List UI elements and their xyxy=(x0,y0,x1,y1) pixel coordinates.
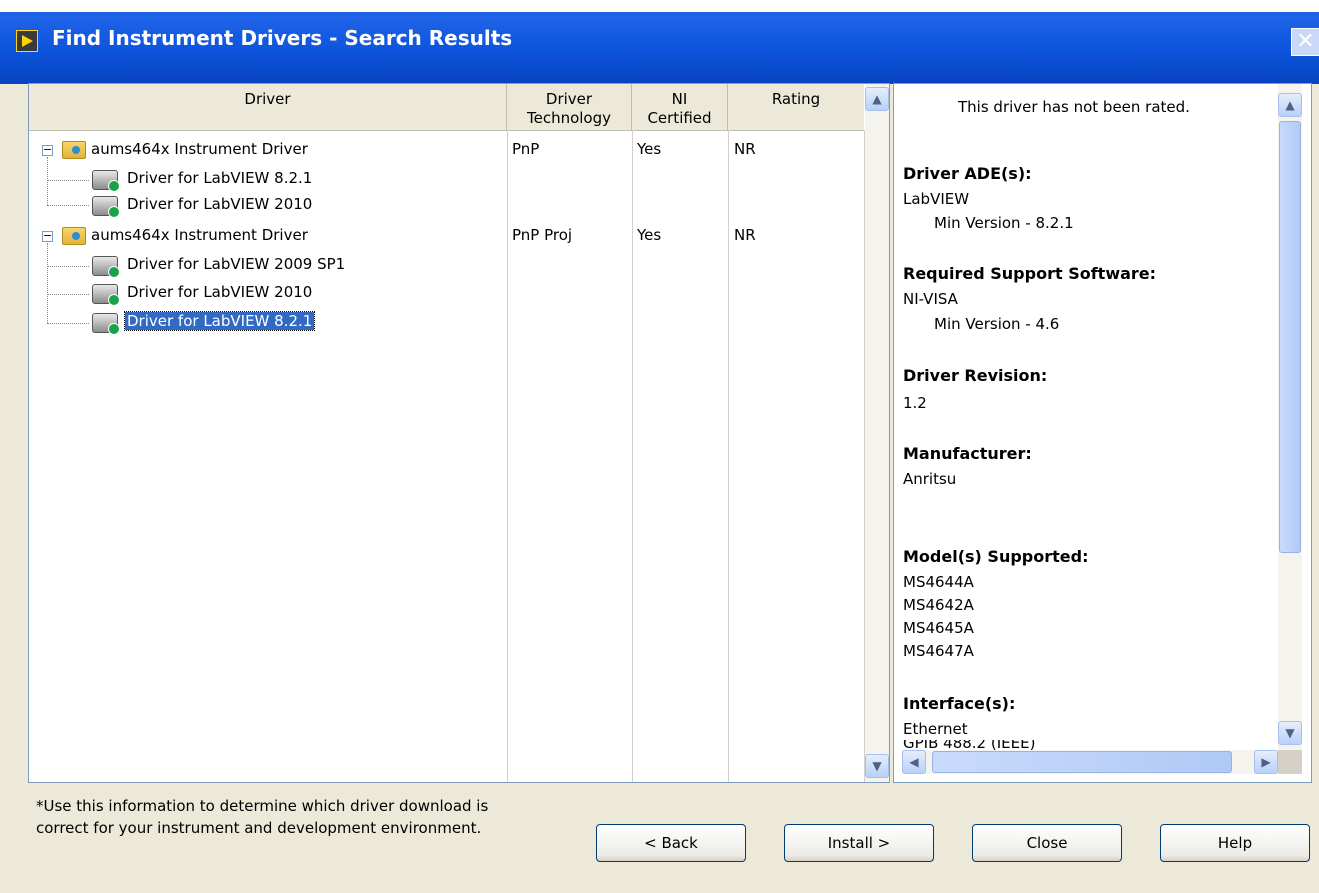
title-bar-top-strip xyxy=(0,0,1319,12)
scroll-down-icon[interactable]: ▼ xyxy=(865,754,889,778)
details-vertical-scrollbar[interactable]: ▲ ▼ xyxy=(1278,84,1302,750)
driver-icon xyxy=(92,196,120,218)
support-software-label: Required Support Software: xyxy=(903,264,1157,283)
header-rating-label: Rating xyxy=(771,90,821,108)
labview-app-icon xyxy=(16,30,38,52)
group-name: aums464x Instrument Driver xyxy=(91,140,308,158)
group-technology: PnP Proj xyxy=(512,226,573,244)
group-rating: NR xyxy=(734,226,756,244)
group-rating: NR xyxy=(734,140,756,158)
interface-item: GPIB 488.2 (IEEE) xyxy=(903,740,1036,750)
driver-name: Driver for LabVIEW 8.2.1 xyxy=(127,169,313,187)
driver-ade-value: LabVIEW xyxy=(903,190,970,208)
close-button[interactable]: Close xyxy=(972,824,1122,862)
model-item: MS4644A xyxy=(903,573,974,591)
install-button[interactable]: Install > xyxy=(784,824,934,862)
group-technology: PnP xyxy=(512,140,540,158)
driver-icon xyxy=(92,313,120,335)
models-supported-label: Model(s) Supported: xyxy=(903,547,1089,566)
header-certified-line1: NI xyxy=(671,90,688,108)
scroll-up-icon[interactable]: ▲ xyxy=(865,87,889,111)
back-button[interactable]: < Back xyxy=(596,824,746,862)
footer-note-line1: *Use this information to determine which… xyxy=(36,797,489,815)
manufacturer-label: Manufacturer: xyxy=(903,444,1032,463)
close-window-icon[interactable]: ✕ xyxy=(1291,28,1319,56)
tree-connector xyxy=(47,205,89,207)
header-certified-line2: Certified xyxy=(647,109,712,127)
support-software-min-version: Min Version - 4.6 xyxy=(934,315,1060,333)
tree-connector xyxy=(47,243,49,323)
header-technology-line1: Driver xyxy=(545,90,593,108)
scroll-left-icon[interactable]: ◀ xyxy=(902,750,926,774)
details-horizontal-scrollbar[interactable]: ◀ ▶ xyxy=(902,750,1278,774)
interface-item-clipped: GPIB 488.2 (IEEE) xyxy=(894,740,1278,750)
scroll-down-icon[interactable]: ▼ xyxy=(1278,721,1302,745)
scrollbar-thumb[interactable] xyxy=(932,751,1232,773)
interfaces-label: Interface(s): xyxy=(903,694,1016,713)
group-certified: Yes xyxy=(637,226,662,244)
rating-note: This driver has not been rated. xyxy=(958,98,1190,116)
column-divider xyxy=(728,130,729,782)
table-vertical-scrollbar[interactable]: ▲ ▼ xyxy=(865,84,889,782)
scroll-up-icon[interactable]: ▲ xyxy=(1278,93,1302,117)
title-bar: Find Instrument Drivers - Search Results… xyxy=(0,0,1319,84)
driver-details-panel: This driver has not been rated. Driver A… xyxy=(893,83,1312,783)
driver-ade-label: Driver ADE(s): xyxy=(903,164,1032,183)
scrollbar-corner xyxy=(1278,750,1302,774)
model-item: MS4642A xyxy=(903,596,974,614)
scroll-right-icon[interactable]: ▶ xyxy=(1254,750,1278,774)
driver-revision-value: 1.2 xyxy=(903,394,927,412)
tree-connector xyxy=(47,294,89,296)
model-item: MS4647A xyxy=(903,642,974,660)
instrument-folder-icon xyxy=(62,227,86,245)
tree-connector xyxy=(47,180,89,182)
selected-driver-name: Driver for LabVIEW 8.2.1 xyxy=(123,311,316,331)
driver-revision-label: Driver Revision: xyxy=(903,366,1048,385)
driver-ade-min-version: Min Version - 8.2.1 xyxy=(934,214,1074,232)
table-header: Driver Driver Technology NI Certified Ra… xyxy=(29,84,864,131)
header-technology-line2: Technology xyxy=(526,109,612,127)
manufacturer-value: Anritsu xyxy=(903,470,957,488)
group-certified: Yes xyxy=(637,140,662,158)
support-software-value: NI-VISA xyxy=(903,290,958,308)
group-name: aums464x Instrument Driver xyxy=(91,226,308,244)
tree-connector xyxy=(47,323,89,325)
scrollbar-thumb[interactable] xyxy=(1279,121,1301,553)
header-rating[interactable]: Rating xyxy=(728,84,864,130)
model-item: MS4645A xyxy=(903,619,974,637)
collapse-icon[interactable]: − xyxy=(42,230,53,242)
header-driver[interactable]: Driver xyxy=(29,84,507,130)
tree-connector xyxy=(47,266,89,268)
collapse-icon[interactable]: − xyxy=(42,144,53,156)
driver-name: Driver for LabVIEW 2009 SP1 xyxy=(127,255,346,273)
window-title: Find Instrument Drivers - Search Results xyxy=(52,26,513,50)
header-driver-technology[interactable]: Driver Technology xyxy=(507,84,632,130)
driver-name: Driver for LabVIEW 2010 xyxy=(127,195,313,213)
interface-item: Ethernet xyxy=(903,720,968,738)
driver-results-table: Driver Driver Technology NI Certified Ra… xyxy=(28,83,890,783)
driver-name: Driver for LabVIEW 2010 xyxy=(127,283,313,301)
driver-icon xyxy=(92,256,120,278)
driver-icon xyxy=(92,284,120,306)
column-divider xyxy=(507,130,508,782)
instrument-folder-icon xyxy=(62,141,86,159)
column-divider xyxy=(632,130,633,782)
footer-note-line2: correct for your instrument and developm… xyxy=(36,819,482,837)
help-button[interactable]: Help xyxy=(1160,824,1310,862)
header-driver-label: Driver xyxy=(244,90,291,108)
driver-icon xyxy=(92,170,120,192)
header-ni-certified[interactable]: NI Certified xyxy=(632,84,728,130)
